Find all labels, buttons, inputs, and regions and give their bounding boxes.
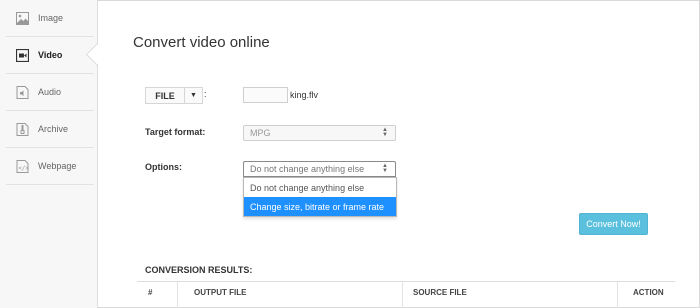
- sidebar-item-label: Webpage: [38, 161, 77, 171]
- column-header-source-file: SOURCE FILE: [413, 288, 467, 297]
- convert-now-button[interactable]: Convert Now!: [579, 213, 648, 235]
- results-table: # OUTPUT FILE SOURCE FILE ACTION: [137, 281, 675, 308]
- webpage-icon: </>: [15, 159, 29, 173]
- select-arrows-icon: ▲ ▼: [382, 127, 388, 138]
- options-label: Options:: [145, 162, 182, 172]
- column-separator: [617, 282, 618, 308]
- target-format-label: Target format:: [145, 127, 206, 137]
- archive-icon: [15, 122, 29, 136]
- column-header-index: #: [148, 288, 153, 297]
- file-button-label: FILE: [146, 88, 185, 103]
- options-value: Do not change anything else: [250, 164, 365, 174]
- dropdown-option[interactable]: Do not change anything else: [244, 178, 396, 197]
- column-header-output-file: OUTPUT FILE: [194, 288, 247, 297]
- dropdown-option-highlighted[interactable]: Change size, bitrate or frame rate: [244, 197, 396, 216]
- sidebar-item-archive[interactable]: Archive: [6, 111, 94, 148]
- file-button[interactable]: FILE ▼: [145, 87, 203, 104]
- file-preview-box: [243, 87, 288, 103]
- sidebar-item-audio[interactable]: Audio: [6, 74, 94, 111]
- svg-text:</>: </>: [18, 165, 29, 172]
- video-icon: [15, 48, 29, 62]
- column-separator: [177, 282, 178, 308]
- options-dropdown: Do not change anything else Change size,…: [243, 177, 397, 217]
- column-header-action: ACTION: [633, 288, 664, 297]
- audio-icon: [15, 85, 29, 99]
- sidebar-item-webpage[interactable]: </> Webpage: [6, 148, 94, 185]
- sidebar-item-image[interactable]: Image: [6, 0, 94, 37]
- select-arrows-icon: ▲ ▼: [382, 163, 388, 174]
- sidebar-item-video[interactable]: Video: [6, 37, 94, 74]
- page-title: Convert video online: [133, 34, 270, 51]
- target-format-value: MPG: [250, 128, 271, 138]
- sidebar-item-label: Archive: [38, 124, 69, 134]
- target-format-select[interactable]: MPG ▲ ▼: [243, 125, 396, 141]
- app-frame: [0, 0, 700, 308]
- options-select[interactable]: Do not change anything else ▲ ▼: [243, 161, 396, 177]
- conversion-results-title: CONVERSION RESULTS:: [145, 265, 253, 275]
- selected-file-name: king.flv: [290, 90, 319, 100]
- sidebar: Image Video Audio Archive </> Webpage: [0, 0, 98, 308]
- image-icon: [15, 11, 29, 25]
- file-colon: :: [204, 89, 207, 99]
- sidebar-item-label: Image: [38, 13, 64, 23]
- sidebar-item-label: Video: [38, 50, 63, 60]
- chevron-down-icon[interactable]: ▼: [185, 88, 202, 103]
- column-separator: [402, 282, 403, 308]
- sidebar-item-label: Audio: [38, 87, 62, 97]
